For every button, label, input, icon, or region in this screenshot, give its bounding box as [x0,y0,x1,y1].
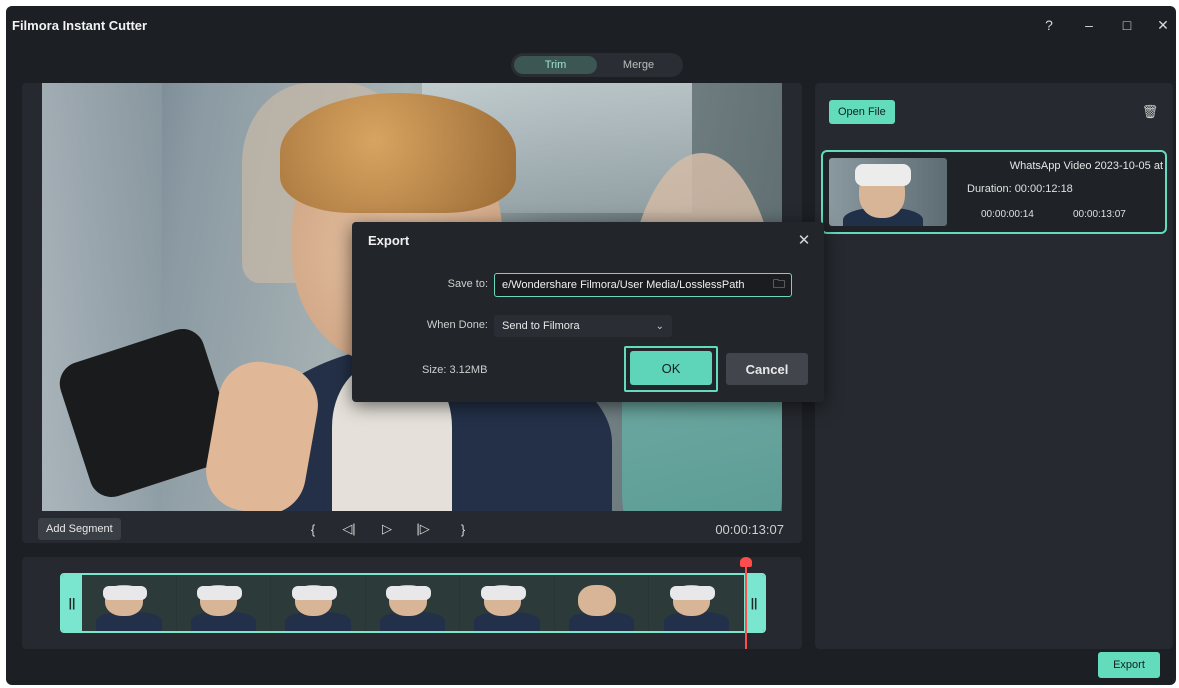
ok-button[interactable]: OK [630,351,712,385]
tab-merge[interactable]: Merge [597,56,680,74]
clip-duration: Duration: 00:00:12:18 [967,183,1073,195]
when-done-label: When Done: [426,319,488,331]
trim-handle-right[interactable]: || [744,575,764,631]
playhead-knob[interactable] [740,557,752,567]
title-bar: Filmora Instant Cutter ? – □ ✕ [6,6,1176,46]
close-icon[interactable]: ✕ [794,230,814,250]
clip-thumbnail [829,158,947,226]
folder-icon[interactable]: 🗀 [767,275,791,295]
current-timecode: 00:00:13:07 [715,522,784,537]
save-to-label: Save to: [447,278,488,290]
dialog-title: Export [368,233,410,248]
when-done-value: Send to Filmora [502,320,580,332]
app-title: Filmora Instant Cutter [12,18,148,33]
tab-trim[interactable]: Trim [514,56,597,74]
filmstrip-thumbnail [649,575,745,631]
export-button[interactable]: Export [1098,652,1160,678]
save-path-field[interactable]: e/Wondershare Filmora/User Media/Lossles… [494,273,792,297]
minimize-icon[interactable]: – [1078,14,1100,36]
filmstrip-thumbnail [555,575,650,631]
open-file-button[interactable]: Open File [829,100,895,124]
mode-tabs: Trim Merge [511,53,683,77]
filmstrip-thumbnail [271,575,366,631]
play-icon[interactable]: ▷ [378,520,396,538]
filmstrip-clip[interactable]: || || [60,573,766,633]
trash-icon[interactable]: 🗑 [1141,103,1159,121]
mark-out-icon[interactable]: } [454,520,472,538]
help-icon[interactable]: ? [1038,14,1060,36]
size-label: Size: 3.12MB [422,364,488,376]
clip-card[interactable]: WhatsApp Video 2023-10-05 at Duration: 0… [821,150,1167,234]
cancel-button[interactable]: Cancel [726,353,808,385]
filmstrip-thumbnail [82,575,177,631]
filmstrip-thumbnail [177,575,272,631]
trim-handle-left[interactable]: || [62,575,82,631]
clip-title: WhatsApp Video 2023-10-05 at [1009,160,1163,172]
mark-in-icon[interactable]: { [304,520,322,538]
add-segment-button[interactable]: Add Segment [38,518,121,540]
chevron-down-icon: ⌄ [655,320,664,332]
clip-out-time: 00:00:13:07 [1073,209,1126,220]
timeline-panel: || || [22,557,802,649]
video-subject-hair [280,93,516,213]
save-path-value[interactable]: e/Wondershare Filmora/User Media/Lossles… [495,279,767,291]
previous-frame-icon[interactable]: ◁| [340,520,358,538]
when-done-select[interactable]: Send to Filmora ⌄ [494,315,672,337]
next-frame-icon[interactable]: |▷ [414,520,432,538]
maximize-icon[interactable]: □ [1116,14,1138,36]
file-list-panel: Open File 🗑 WhatsApp Video 2023-10-05 at… [815,83,1173,649]
playhead[interactable] [740,557,752,649]
filmstrip-thumbnail [460,575,555,631]
filmstrip-thumbnail [366,575,461,631]
clip-in-time: 00:00:00:14 [981,209,1034,220]
export-dialog: Export ✕ Save to: e/Wondershare Filmora/… [352,222,824,402]
playback-controls: Add Segment { ◁| ▷ |▷ } 00:00:13:07 [22,514,802,546]
close-icon[interactable]: ✕ [1152,14,1174,36]
